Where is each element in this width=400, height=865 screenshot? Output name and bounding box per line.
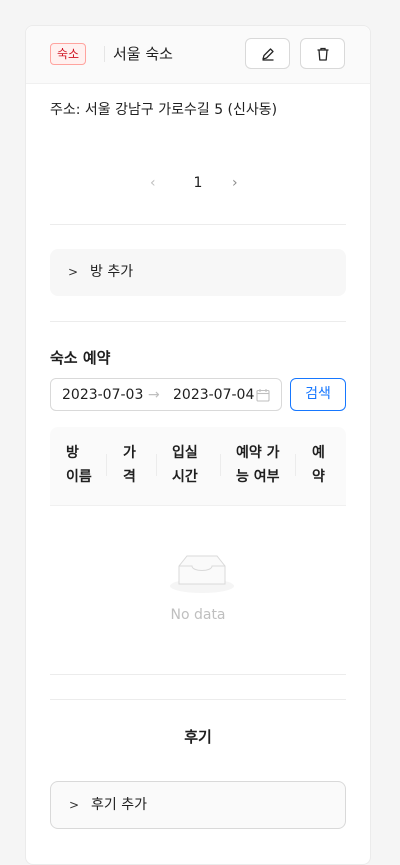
column-divider: [106, 454, 107, 476]
column-divider: [295, 454, 296, 476]
column-header-reserve[interactable]: 예 약: [312, 441, 325, 489]
header-divider: [104, 46, 105, 62]
prev-page-button[interactable]: ‹: [150, 171, 156, 195]
add-review-label: 후기 추가: [91, 797, 147, 813]
start-date-input[interactable]: 2023-07-03: [62, 385, 143, 405]
range-arrow-icon: →: [148, 387, 160, 403]
divider: [50, 699, 346, 700]
chevron-right-icon: >: [69, 798, 80, 812]
calendar-icon: [256, 389, 270, 402]
delete-button[interactable]: [300, 38, 345, 69]
address-text: 주소: 서울 강남구 가로수길 5 (신사동): [50, 102, 278, 118]
add-review-collapse[interactable]: > 후기 추가: [50, 781, 346, 829]
add-room-collapse[interactable]: > 방 추가: [50, 249, 346, 296]
lodging-card: 숙소 서울 숙소 주소: 서울 강남구 가로수길 5 (신사동) ‹ 1 › >…: [25, 25, 371, 865]
reservation-title: 숙소 예약: [50, 349, 111, 367]
edit-icon: [261, 47, 274, 61]
lodging-title: 서울 숙소: [113, 45, 173, 63]
column-header-availability[interactable]: 예약 가 능 여부: [236, 441, 280, 489]
add-room-label: 방 추가: [90, 264, 134, 280]
divider: [50, 321, 346, 322]
column-header-checkin-time[interactable]: 입실 시간: [172, 441, 198, 489]
category-tag: 숙소: [50, 43, 87, 65]
column-divider: [156, 454, 157, 476]
pagination: ‹ 1 ›: [26, 171, 370, 195]
delete-icon: [317, 47, 328, 61]
reservation-table-header: 방 이름 가 격 입실 시간 예약 가 능 여부 예 약: [50, 427, 346, 506]
empty-inbox-icon: [170, 555, 234, 593]
reviews-title: 후기: [184, 728, 212, 746]
column-header-room-name[interactable]: 방 이름: [66, 441, 92, 489]
end-date-input[interactable]: 2023-07-04: [173, 385, 254, 405]
edit-button[interactable]: [245, 38, 290, 69]
column-header-price[interactable]: 가 격: [123, 441, 136, 489]
next-page-button[interactable]: ›: [232, 171, 238, 195]
chevron-right-icon: >: [68, 265, 79, 279]
current-page[interactable]: 1: [190, 171, 206, 195]
divider: [50, 674, 346, 675]
card-header: 숙소 서울 숙소: [26, 26, 370, 84]
date-range-picker[interactable]: 2023-07-03 → 2023-07-04: [50, 378, 282, 411]
column-divider: [220, 454, 221, 476]
empty-text: No data: [170, 607, 226, 623]
divider: [50, 224, 346, 225]
search-button[interactable]: 검색: [290, 378, 346, 411]
